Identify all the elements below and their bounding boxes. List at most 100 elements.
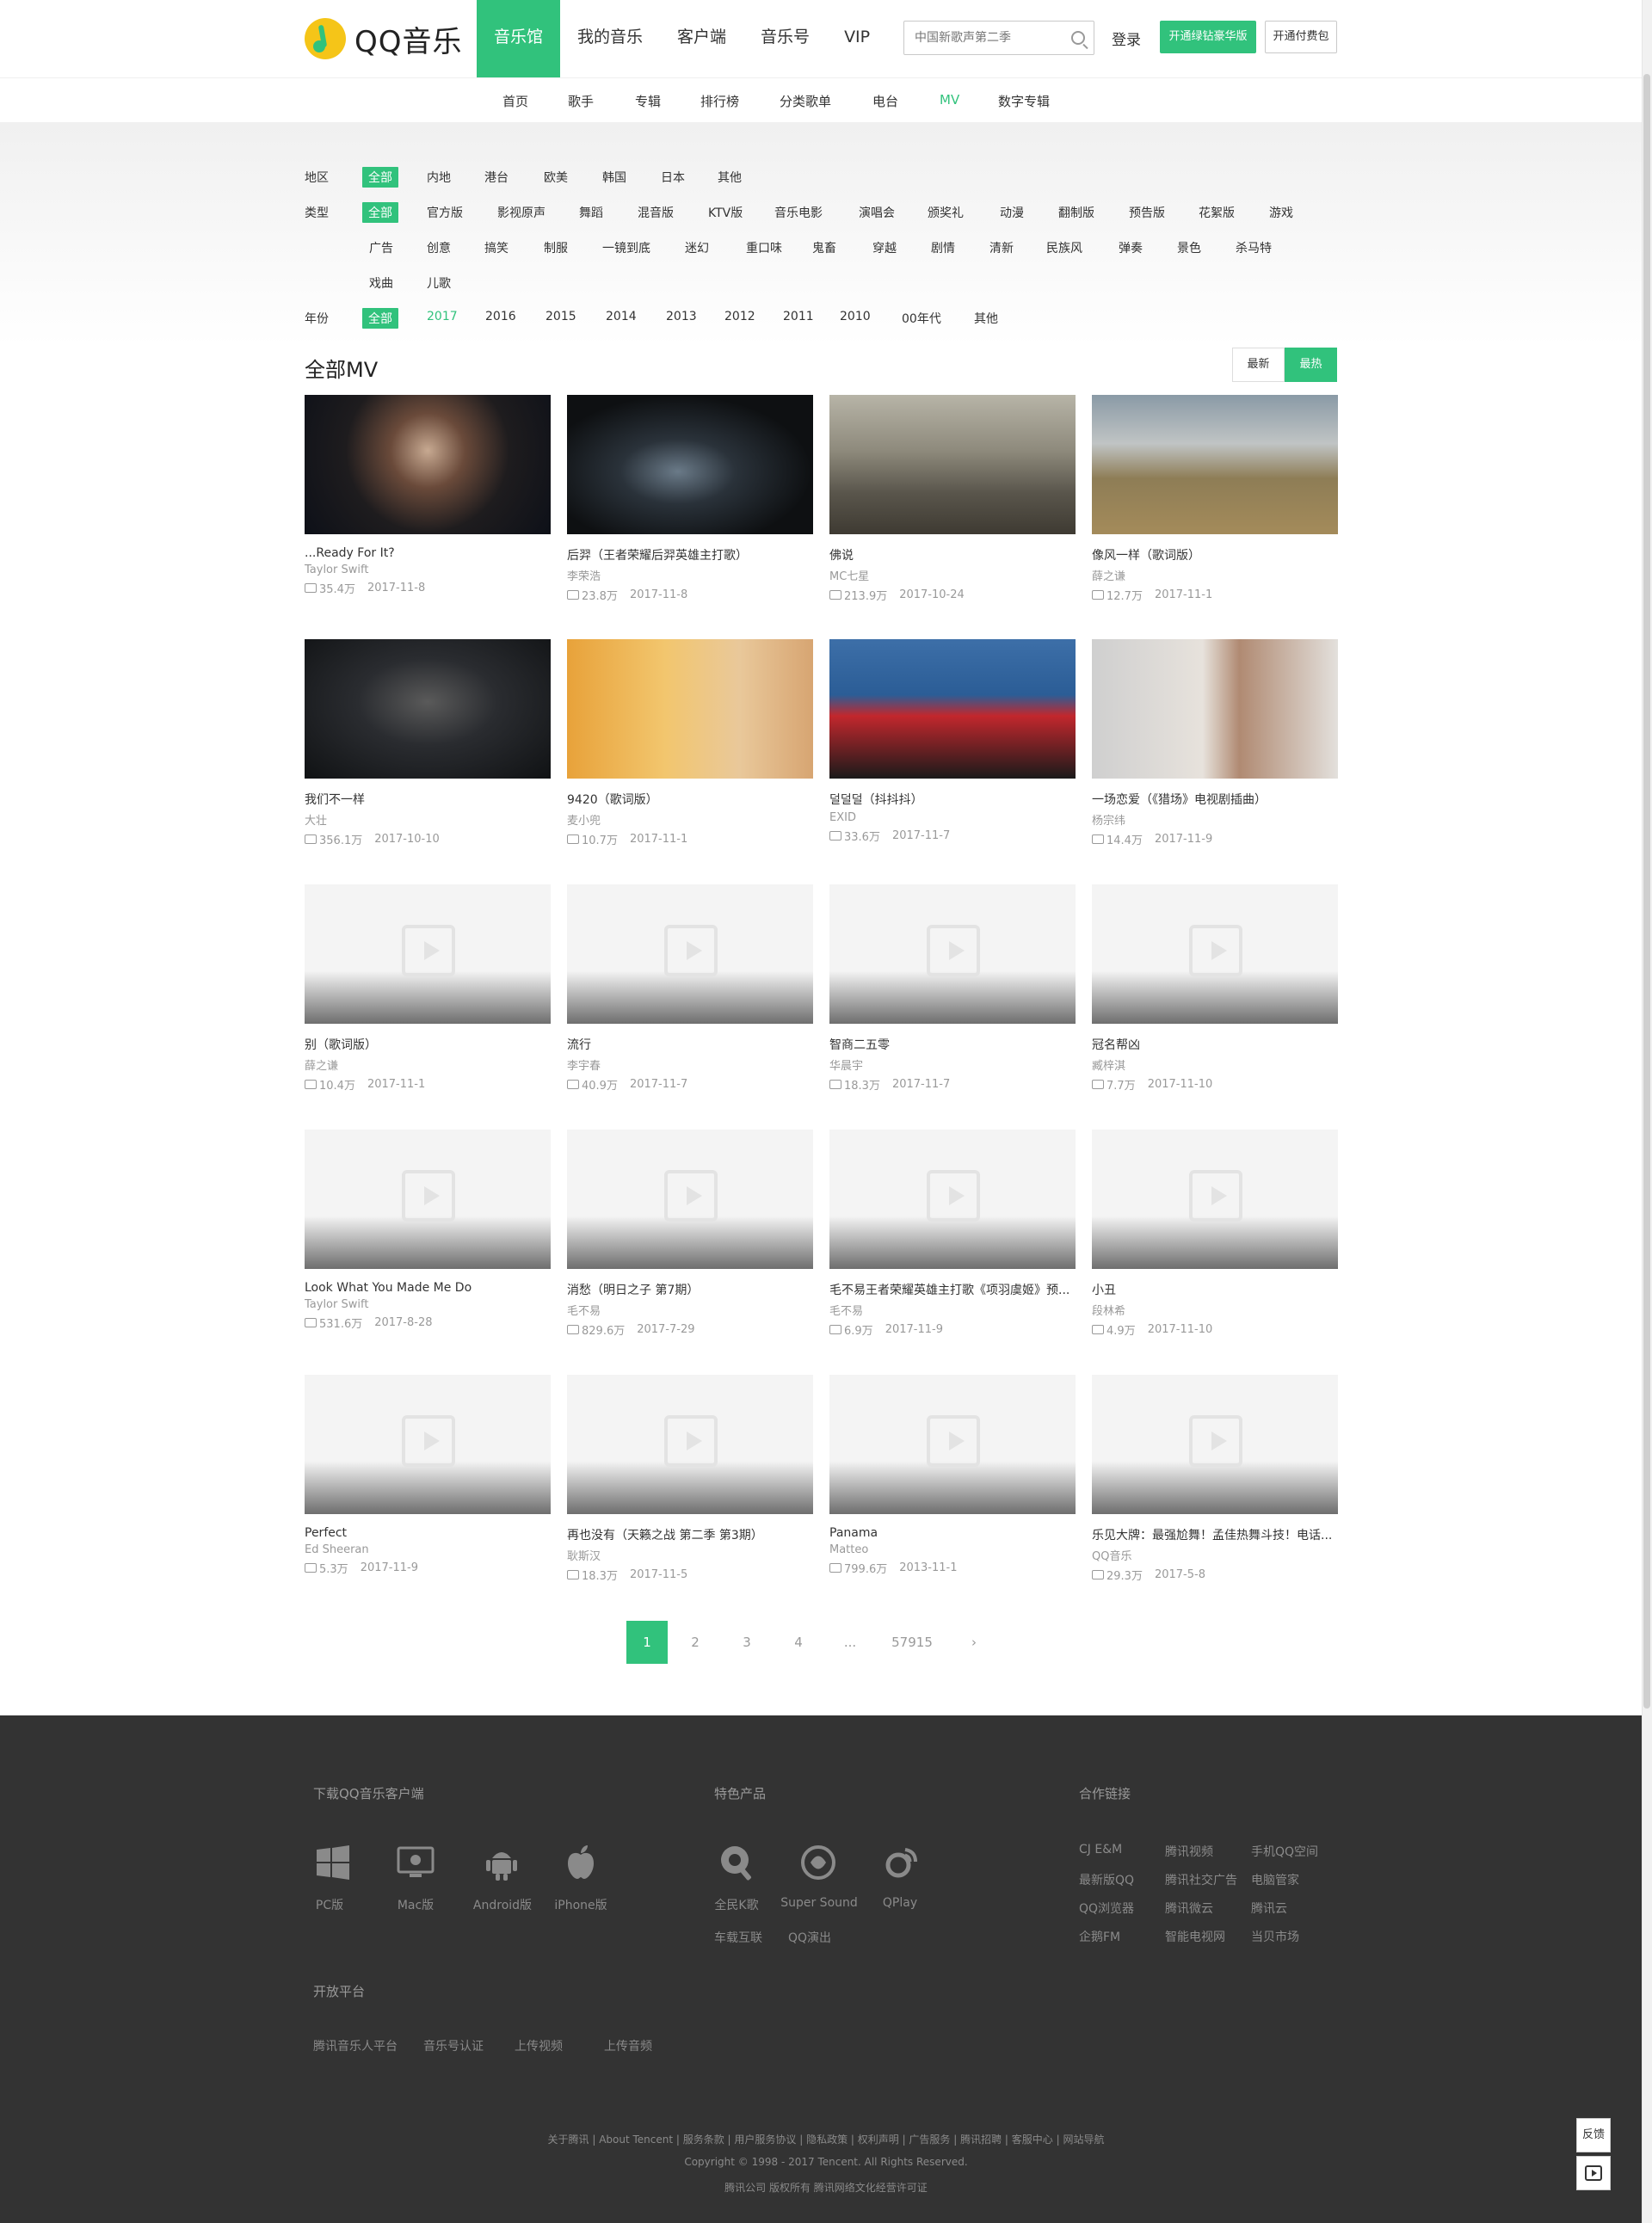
partner-link[interactable]: 腾讯微云 (1165, 1900, 1213, 1917)
type-option[interactable]: 重口味 (746, 239, 782, 256)
mv-thumbnail-placeholder[interactable] (305, 1375, 551, 1514)
mv-card[interactable]: 后羿（王者荣耀后羿英雄主打歌） 李荣浩 23.8万 2017-11-8 (567, 395, 813, 610)
mac-icon[interactable] (396, 1843, 435, 1882)
mv-card[interactable]: 流行 李宇春 40.9万 2017-11-7 (567, 884, 813, 1099)
mv-title[interactable]: Panama (829, 1526, 1076, 1540)
type-option[interactable]: 儿歌 (427, 274, 451, 292)
partner-link[interactable]: CJ E&M (1079, 1843, 1122, 1857)
mv-thumbnail[interactable] (567, 395, 813, 534)
mv-title[interactable]: 流行 (567, 1036, 813, 1053)
nav-my-music[interactable]: 我的音乐 (560, 0, 660, 77)
page-last[interactable]: 57915 (876, 1621, 948, 1664)
page-1[interactable]: 1 (626, 1621, 668, 1664)
client-pc-label[interactable]: PC版 (301, 1896, 358, 1913)
subnav-album[interactable]: 专辑 (635, 92, 661, 110)
partner-link[interactable]: QQ浏览器 (1079, 1900, 1134, 1917)
year-option[interactable]: 2012 (724, 310, 755, 323)
type-option[interactable]: 弹奏 (1119, 239, 1143, 256)
type-option[interactable]: 清新 (989, 239, 1014, 256)
type-option[interactable]: 预告版 (1129, 204, 1165, 221)
type-option[interactable]: 杀马特 (1236, 239, 1272, 256)
mv-artist[interactable]: 耿斯汉 (567, 1547, 813, 1563)
mv-thumbnail-placeholder[interactable] (829, 1375, 1076, 1514)
mv-card[interactable]: 消愁（明日之子 第7期） 毛不易 829.6万 2017-7-29 (567, 1130, 813, 1345)
mv-thumbnail[interactable] (305, 639, 551, 779)
mv-card[interactable]: 再也没有（天籁之战 第二季 第3期） 耿斯汉 18.3万 2017-11-5 (567, 1375, 813, 1590)
android-icon[interactable] (482, 1843, 521, 1882)
mv-artist[interactable]: 毛不易 (829, 1302, 1076, 1318)
mv-artist[interactable]: 毛不易 (567, 1302, 813, 1318)
type-option[interactable]: 影视原声 (497, 204, 546, 221)
mv-title[interactable]: 别（歌词版） (305, 1036, 551, 1053)
year-option[interactable]: 2014 (606, 310, 637, 323)
mv-title[interactable]: 乐见大牌：最强尬舞！孟佳热舞斗技！电话... (1092, 1526, 1338, 1543)
year-option[interactable]: 2011 (783, 310, 814, 323)
apple-icon[interactable] (561, 1843, 601, 1882)
mv-title[interactable]: Look What You Made Me Do (305, 1281, 551, 1295)
mv-thumbnail-placeholder[interactable] (567, 1375, 813, 1514)
type-option[interactable]: 剧情 (931, 239, 955, 256)
mv-artist[interactable]: Taylor Swift (305, 563, 551, 576)
mv-title[interactable]: 像风一样（歌词版） (1092, 546, 1338, 563)
search-input[interactable] (904, 22, 1059, 54)
product-super-sound-label[interactable]: Super Sound (774, 1896, 864, 1910)
open-upload-audio-link[interactable]: 上传音频 (604, 2037, 652, 2054)
mv-title[interactable]: 再也没有（天籁之战 第二季 第3期） (567, 1526, 813, 1543)
partner-link[interactable]: 企鹅FM (1079, 1928, 1120, 1945)
partner-link[interactable]: 手机QQ空间 (1251, 1843, 1318, 1860)
mv-card[interactable]: 덜덜덜（抖抖抖） EXID 33.6万 2017-11-7 (829, 639, 1076, 854)
scrollbar-thumb[interactable] (1643, 74, 1650, 1709)
type-option[interactable]: 制服 (544, 239, 568, 256)
region-option[interactable]: 全部 (362, 167, 398, 188)
type-option[interactable]: 广告 (369, 239, 393, 256)
mv-card[interactable]: 乐见大牌：最强尬舞！孟佳热舞斗技！电话... QQ音乐 29.3万 2017-5-8 (1092, 1375, 1338, 1590)
vip-deluxe-button[interactable]: 开通绿钻豪华版 (1160, 21, 1256, 53)
mv-card[interactable]: 像风一样（歌词版） 薛之谦 12.7万 2017-11-1 (1092, 395, 1338, 610)
type-option[interactable]: KTV版 (708, 204, 743, 221)
mv-card[interactable]: 我们不一样 大壮 356.1万 2017-10-10 (305, 639, 551, 854)
type-option[interactable]: 一镜到底 (602, 239, 650, 256)
subnav-digital-album[interactable]: 数字专辑 (998, 92, 1050, 110)
mv-artist[interactable]: 华晨宇 (829, 1056, 1076, 1073)
product-qplay-label[interactable]: QPlay (874, 1896, 926, 1910)
open-upload-video-link[interactable]: 上传视频 (515, 2037, 563, 2054)
qq-music-logo[interactable]: QQ音乐 (305, 17, 463, 60)
mv-artist[interactable]: 臧梓淇 (1092, 1056, 1338, 1073)
mv-thumbnail-placeholder[interactable] (1092, 884, 1338, 1024)
mv-title[interactable]: 一场恋爱（《猎场》电视剧插曲） (1092, 791, 1338, 808)
mv-artist[interactable]: 麦小兜 (567, 811, 813, 828)
mv-artist[interactable]: Ed Sheeran (305, 1543, 551, 1556)
mv-thumbnail-placeholder[interactable] (567, 884, 813, 1024)
next-page-button[interactable]: › (948, 1621, 1000, 1664)
year-option[interactable]: 2015 (546, 310, 576, 323)
mv-thumbnail-placeholder[interactable] (305, 884, 551, 1024)
search-icon[interactable] (1071, 31, 1085, 45)
feedback-button[interactable]: 反馈 (1576, 2118, 1611, 2152)
mv-artist[interactable]: 李宇春 (567, 1056, 813, 1073)
year-option[interactable]: 全部 (362, 308, 398, 329)
mv-title[interactable]: 9420（歌词版） (567, 791, 813, 808)
type-option[interactable]: 穿越 (872, 239, 897, 256)
karaoke-icon[interactable] (718, 1843, 757, 1882)
mv-thumbnail-placeholder[interactable] (1092, 1130, 1338, 1269)
type-option[interactable]: 戏曲 (369, 274, 393, 292)
mv-thumbnail-placeholder[interactable] (1092, 1375, 1338, 1514)
subnav-mv[interactable]: MV (940, 92, 959, 108)
partner-link[interactable]: 电脑管家 (1251, 1871, 1299, 1888)
subnav-singer[interactable]: 歌手 (568, 92, 594, 110)
mv-thumbnail[interactable] (1092, 639, 1338, 779)
mv-card[interactable]: 冠名帮凶 臧梓淇 7.7万 2017-11-10 (1092, 884, 1338, 1099)
type-option[interactable]: 舞蹈 (579, 204, 603, 221)
type-option[interactable]: 演唱会 (859, 204, 895, 221)
mv-title[interactable]: 小丑 (1092, 1281, 1338, 1298)
page-2[interactable]: 2 (669, 1621, 721, 1664)
region-option[interactable]: 韩国 (602, 169, 626, 186)
subnav-radio[interactable]: 电台 (872, 92, 898, 110)
mv-artist[interactable]: EXID (829, 811, 1076, 824)
open-musician-link[interactable]: 腾讯音乐人平台 (313, 2037, 398, 2054)
mv-artist[interactable]: 大壮 (305, 811, 551, 828)
mv-artist[interactable]: 杨宗纬 (1092, 811, 1338, 828)
mv-thumbnail-placeholder[interactable] (567, 1130, 813, 1269)
mv-card[interactable]: 别（歌词版） 薛之谦 10.4万 2017-11-1 (305, 884, 551, 1099)
mv-title[interactable]: ...Ready For It? (305, 546, 551, 560)
